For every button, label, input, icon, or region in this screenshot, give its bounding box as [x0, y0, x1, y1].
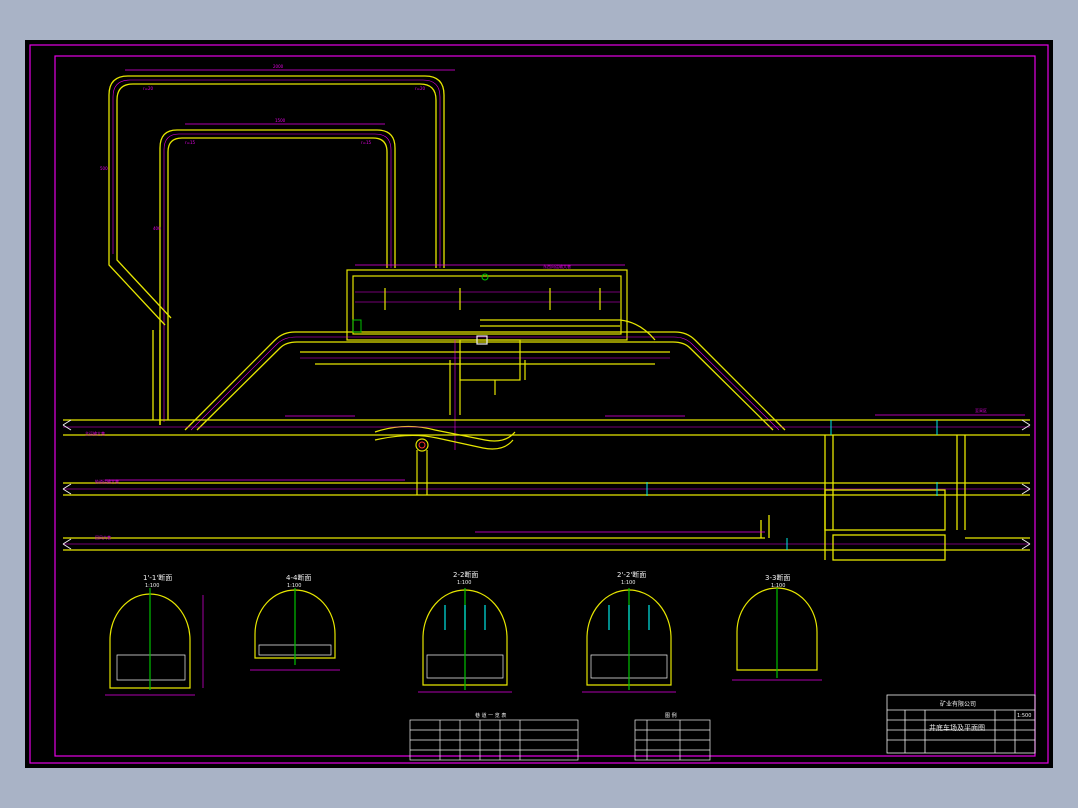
section-3-title: 3-3断面	[765, 573, 790, 582]
tunnel-table-title: 巷 道 一 览 表	[475, 712, 506, 719]
svg-text:500: 500	[100, 166, 108, 171]
upper-loop-inner	[159, 129, 396, 425]
svg-text:主运输大巷: 主运输大巷	[85, 430, 105, 436]
svg-text:1500: 1500	[275, 118, 286, 123]
right-chambers	[760, 435, 966, 561]
inner-frame	[54, 55, 1036, 757]
svg-text:r=20: r=20	[415, 86, 426, 91]
cad-drawing: 2000 1500 r=20 r=20 r=15 r=15 500 400 东西向运输大…	[29, 44, 1049, 764]
tunnel-table	[409, 719, 579, 761]
svg-text:r=15: r=15	[361, 140, 372, 145]
central-structure	[374, 335, 526, 495]
section-3	[732, 587, 822, 681]
section-2-prime-scale: 1:100	[621, 580, 635, 586]
section-2	[418, 588, 512, 693]
scale-value: 1:500	[1017, 713, 1031, 719]
station-building	[346, 269, 628, 341]
section-3-scale: 1:100	[771, 583, 785, 589]
svg-text:东西向运输大巷: 东西向运输大巷	[543, 263, 571, 269]
svg-text:至采区: 至采区	[975, 407, 987, 413]
section-1-title: 1'-1'断面	[143, 573, 172, 582]
section-2-scale: 1:100	[457, 580, 471, 586]
drawing-title: 井底车场及平面图	[929, 723, 985, 732]
section-4	[250, 588, 340, 671]
upper-loop-large	[108, 75, 445, 268]
svg-text:轨道运输大巷: 轨道运输大巷	[95, 478, 119, 484]
markers	[352, 273, 938, 550]
section-1-scale: 1:100	[145, 583, 159, 589]
legend-table	[634, 719, 711, 761]
svg-text:r=20: r=20	[143, 86, 154, 91]
company-name: 矿业有限公司	[940, 700, 976, 708]
legend-title: 图 例	[665, 712, 677, 719]
svg-text:回风大巷: 回风大巷	[95, 534, 111, 540]
section-4-title: 4-4断面	[286, 573, 311, 582]
svg-text:r=15: r=15	[185, 140, 196, 145]
svg-text:400: 400	[153, 226, 161, 231]
section-4-scale: 1:100	[287, 583, 301, 589]
section-2-prime	[582, 588, 676, 693]
section-1	[105, 588, 204, 696]
cross-sections	[105, 587, 822, 696]
section-2-title: 2-2断面	[453, 570, 478, 579]
section-2-prime-title: 2'-2'断面	[617, 570, 646, 579]
loop-connector	[108, 252, 172, 425]
drawing-viewport[interactable]: 2000 1500 r=20 r=20 r=15 r=15 500 400 东西向运输大…	[25, 40, 1053, 768]
annotations	[105, 69, 1025, 533]
svg-text:2000: 2000	[273, 64, 284, 69]
